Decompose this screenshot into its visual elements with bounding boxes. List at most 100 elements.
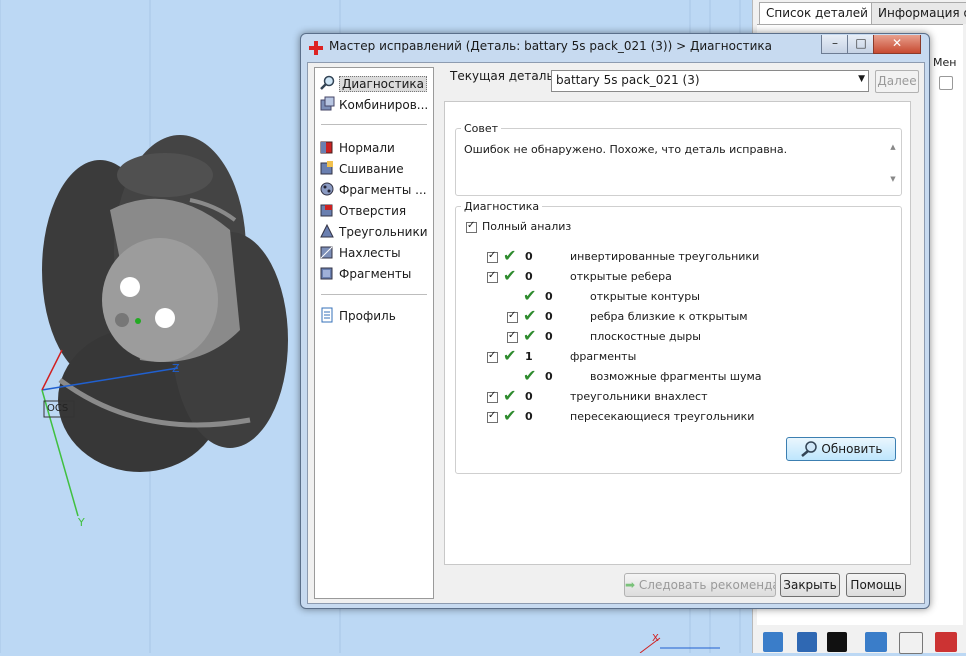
full-analysis-label: Полный анализ xyxy=(482,220,572,233)
nav-item-triangles[interactable]: Треугольники xyxy=(319,222,431,242)
tab-part-info[interactable]: Информация о д xyxy=(871,2,966,24)
part-cube-icon[interactable] xyxy=(865,632,887,652)
row-count: 0 xyxy=(525,390,533,403)
row-checkbox[interactable] xyxy=(507,310,518,323)
ocs-label: OCS xyxy=(47,403,69,414)
axis-z-label: Z xyxy=(172,362,180,375)
column-header[interactable]: Мен xyxy=(933,56,956,69)
row-checkbox[interactable] xyxy=(487,270,498,283)
visibility-icon[interactable] xyxy=(797,632,817,652)
checkbox-tool-icon[interactable] xyxy=(827,632,847,652)
next-button[interactable]: Далее xyxy=(875,70,919,93)
chevron-down-icon: ▼ xyxy=(858,74,865,84)
red-cross-icon xyxy=(309,41,323,55)
nav-label: Диагностика xyxy=(339,76,428,92)
row-count: 0 xyxy=(525,270,533,283)
nav-item-profile[interactable]: Профиль xyxy=(319,306,431,326)
check-ok-icon: ✔ xyxy=(523,366,537,385)
nav-item-normals[interactable]: Нормали xyxy=(319,138,431,158)
nav-item-shells[interactable]: Фрагменты xyxy=(319,264,431,284)
nav-divider xyxy=(321,124,427,125)
profile-icon xyxy=(319,307,335,323)
scroll-down-icon[interactable]: ▼ xyxy=(887,175,899,183)
update-label: Обновить xyxy=(821,442,883,456)
check-ok-icon: ✔ xyxy=(503,266,517,285)
row-label: открытые контуры xyxy=(590,290,700,303)
current-part-value: battary 5s pack_021 (3) xyxy=(556,73,700,87)
scroll-up-icon[interactable]: ▲ xyxy=(887,143,899,151)
row-checkbox[interactable] xyxy=(487,390,498,403)
advice-text: Ошибок не обнаружено. Похоже, что деталь… xyxy=(464,143,788,156)
check-ok-icon: ✔ xyxy=(503,406,517,425)
axis-y-label: Y xyxy=(78,516,85,529)
diagnostics-group: Диагностика Полный анализ ✔ 0 инвертиров… xyxy=(455,200,902,474)
row-label: ребра близкие к открытым xyxy=(590,310,748,323)
nav-item-overlaps[interactable]: Нахлесты xyxy=(319,243,431,263)
follow-recommendations-button[interactable]: ➡ Следовать рекомендациям xyxy=(624,573,776,597)
nav-item-diagnostics[interactable]: Диагностика xyxy=(319,74,431,94)
maximize-button[interactable]: □ xyxy=(847,35,875,54)
update-button[interactable]: Обновить xyxy=(786,437,896,461)
holes-icon xyxy=(319,202,335,218)
nav-label: Треугольники xyxy=(339,225,428,239)
follow-recommendations-label: Следовать рекомендациям xyxy=(638,578,775,592)
check-ok-icon: ✔ xyxy=(503,386,517,405)
row-label: возможные фрагменты шума xyxy=(590,370,762,383)
check-ok-icon: ✔ xyxy=(523,286,537,305)
advice-scrollbar[interactable]: ▲ ▼ xyxy=(887,143,899,185)
row-count: 0 xyxy=(545,290,553,303)
wire-cube-icon[interactable] xyxy=(899,632,923,654)
advice-group: Совет Ошибок не обнаружено. Похоже, что … xyxy=(455,122,902,196)
row-label: фрагменты xyxy=(570,350,637,363)
full-analysis-checkbox[interactable] xyxy=(466,220,477,233)
nav-label: Нахлесты xyxy=(339,246,401,260)
arrow-right-icon: ➡ xyxy=(625,578,636,592)
nav-label: Комбиниров... xyxy=(339,98,429,112)
nav-label: Профиль xyxy=(339,309,396,323)
help-button[interactable]: Помощь xyxy=(846,573,906,597)
row-count: 1 xyxy=(525,350,533,363)
fragments-icon xyxy=(319,181,335,197)
wizard-nav: Диагностика Комбиниров... Нормали Сшиван… xyxy=(314,67,434,599)
row-checkbox[interactable] xyxy=(487,350,498,363)
combine-icon xyxy=(319,96,335,112)
nav-item-fragments-noise[interactable]: Фрагменты ... xyxy=(319,180,431,200)
dialog-client: Диагностика Комбиниров... Нормали Сшиван… xyxy=(307,62,925,604)
cube-icon[interactable] xyxy=(939,76,953,90)
overlaps-icon xyxy=(319,244,335,260)
row-checkbox[interactable] xyxy=(507,330,518,343)
tab-part-list[interactable]: Список деталей xyxy=(759,2,875,24)
title-bar[interactable]: Мастер исправлений (Деталь: battary 5s p… xyxy=(301,34,929,60)
nav-item-stitch[interactable]: Сшивание xyxy=(319,159,431,179)
magnifier-icon xyxy=(800,441,818,457)
view-cube-icon[interactable] xyxy=(763,632,783,652)
nav-label: Сшивание xyxy=(339,162,404,176)
minimize-button[interactable]: – xyxy=(821,35,849,54)
row-label: открытые ребера xyxy=(570,270,672,283)
nav-item-combine[interactable]: Комбиниров... xyxy=(319,95,431,115)
close-window-button[interactable]: ✕ xyxy=(873,35,921,54)
nav-item-holes[interactable]: Отверстия xyxy=(319,201,431,221)
row-label: треугольники внахлест xyxy=(570,390,708,403)
nav-label: Отверстия xyxy=(339,204,407,218)
dialog-title: Мастер исправлений (Деталь: battary 5s p… xyxy=(329,39,772,53)
normals-icon xyxy=(319,139,335,155)
row-checkbox[interactable] xyxy=(487,410,498,423)
current-part-select[interactable]: battary 5s pack_021 (3) ▼ xyxy=(551,70,869,92)
row-count: 0 xyxy=(545,330,553,343)
magnifier-icon xyxy=(319,75,335,91)
current-part-label: Текущая деталь: xyxy=(450,69,558,83)
fix-wizard-dialog: Мастер исправлений (Деталь: battary 5s p… xyxy=(300,33,930,609)
row-label: пересекающиеся треугольники xyxy=(570,410,755,423)
triangles-icon xyxy=(319,223,335,239)
row-count: 0 xyxy=(525,410,533,423)
row-checkbox[interactable] xyxy=(487,250,498,263)
row-count: 0 xyxy=(545,370,553,383)
nav-label: Фрагменты xyxy=(339,267,412,281)
delete-cube-icon[interactable] xyxy=(935,632,957,652)
axis-x-label: X xyxy=(652,633,659,644)
advice-title: Совет xyxy=(461,122,502,135)
check-ok-icon: ✔ xyxy=(503,246,517,265)
check-ok-icon: ✔ xyxy=(523,326,537,345)
close-button[interactable]: Закрыть xyxy=(780,573,840,597)
